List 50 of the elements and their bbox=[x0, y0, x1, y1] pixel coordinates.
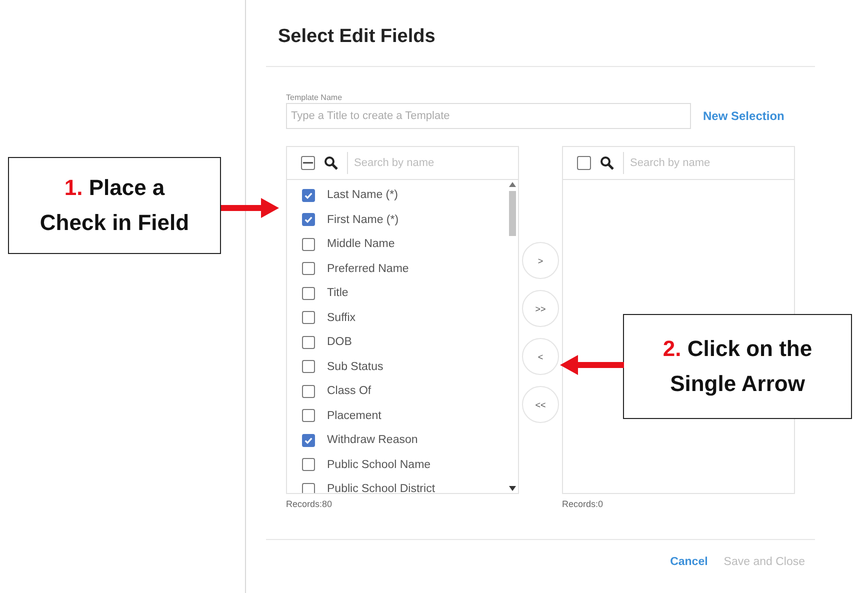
callout-text: 2. Click on the Single Arrow bbox=[662, 335, 814, 398]
minus-icon bbox=[303, 161, 313, 165]
field-name: Suffix bbox=[327, 312, 356, 324]
field-name: Middle Name bbox=[327, 238, 395, 250]
field-name: Sub Status bbox=[327, 360, 384, 373]
scrollbar[interactable] bbox=[506, 180, 518, 493]
field-name: DOB bbox=[327, 336, 352, 348]
check-icon bbox=[304, 436, 313, 445]
checkbox[interactable] bbox=[302, 482, 315, 493]
template-name-field[interactable]: Type a Title to create a Template bbox=[286, 103, 691, 129]
field-name: First Name (*) bbox=[327, 214, 399, 226]
checkbox[interactable] bbox=[302, 434, 315, 447]
callout-text: 1. Place a Check in Field bbox=[38, 174, 190, 236]
field-name: Placement bbox=[327, 410, 382, 422]
field-name: Class Of bbox=[327, 385, 372, 398]
field-name: Title bbox=[327, 287, 348, 300]
checkbox[interactable] bbox=[302, 238, 315, 251]
field-name: Preferred Name bbox=[327, 262, 409, 275]
check-icon bbox=[304, 215, 313, 224]
checkbox[interactable] bbox=[302, 360, 315, 374]
field-name: Public School District bbox=[327, 483, 436, 493]
arrow-icon bbox=[221, 198, 279, 218]
field-label: Template Name bbox=[286, 93, 344, 103]
checkbox[interactable] bbox=[302, 311, 315, 324]
checkbox[interactable] bbox=[302, 336, 315, 349]
field-name: Withdraw Reason bbox=[327, 434, 418, 446]
scroll-up-icon[interactable] bbox=[508, 182, 516, 187]
checkbox[interactable] bbox=[302, 286, 315, 300]
move-button[interactable]: > bbox=[522, 242, 559, 279]
records-count: Records:80 bbox=[286, 499, 334, 509]
field-name: Public School Name bbox=[327, 458, 431, 471]
search-icon bbox=[600, 156, 614, 170]
move-button[interactable]: << bbox=[522, 386, 559, 423]
arrow-icon bbox=[560, 355, 624, 375]
scroll-down-icon[interactable] bbox=[508, 486, 516, 491]
move-button[interactable]: >> bbox=[522, 290, 559, 327]
checkbox[interactable] bbox=[302, 188, 315, 202]
field-name: Last Name (*) bbox=[327, 189, 398, 202]
search-icon bbox=[324, 156, 338, 170]
check-icon bbox=[304, 190, 313, 200]
checkbox[interactable] bbox=[302, 213, 315, 226]
checkbox[interactable] bbox=[302, 458, 315, 472]
records-count: Records:0 bbox=[562, 499, 604, 509]
select-all-checkbox[interactable] bbox=[301, 156, 315, 170]
select-all-checkbox[interactable] bbox=[577, 156, 591, 170]
move-button[interactable]: < bbox=[522, 338, 559, 375]
checkbox[interactable] bbox=[302, 262, 315, 276]
checkbox[interactable] bbox=[302, 409, 315, 422]
dialog-title: Select Edit Fields bbox=[277, 26, 436, 49]
checkbox[interactable] bbox=[302, 384, 315, 398]
